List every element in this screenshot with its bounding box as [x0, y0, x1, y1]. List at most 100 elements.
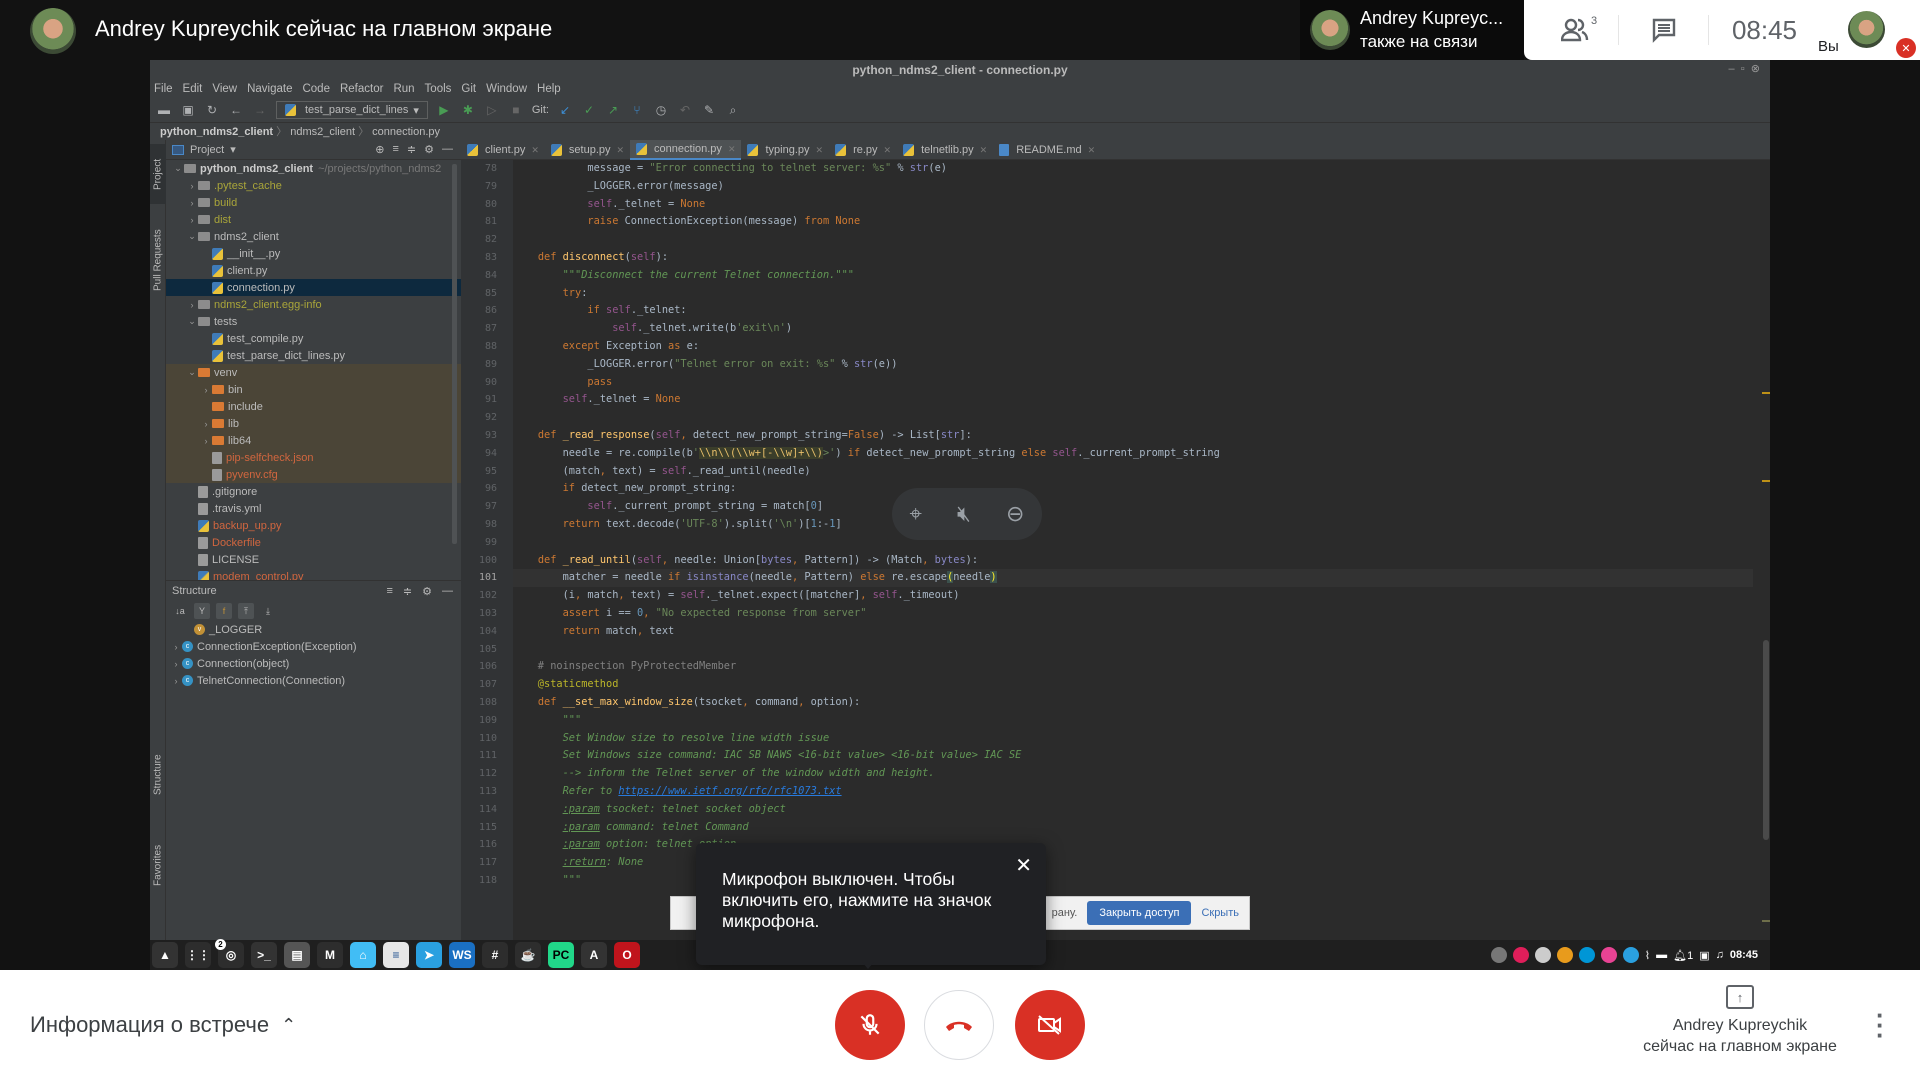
chrome-icon[interactable]: ◎ 2: [215, 939, 244, 968]
code-line[interactable]: _LOGGER.error(message): [513, 178, 1753, 196]
tree-item[interactable]: connection.py: [166, 279, 461, 296]
launcher-icon[interactable]: ▲: [152, 942, 178, 968]
meeting-info-button[interactable]: Информация о встрече ⌃: [30, 1012, 296, 1038]
code-line[interactable]: :param tsocket: telnet socket object: [513, 801, 1753, 819]
search-icon[interactable]: ⌕: [725, 102, 741, 118]
notifications-icon[interactable]: 🔔︎1: [1673, 949, 1693, 962]
pycharm-icon[interactable]: PC: [548, 942, 574, 968]
sort-alpha-icon[interactable]: ↓a: [172, 603, 188, 619]
editor-tab[interactable]: typing.py ✕: [741, 140, 829, 160]
git-branch-icon[interactable]: ⑂: [629, 102, 645, 118]
expand-all-icon[interactable]: ≡: [386, 585, 392, 598]
terminal-icon[interactable]: >_: [251, 942, 277, 968]
code-line[interactable]: self._telnet.write(b'exit\n'): [513, 320, 1753, 338]
hp-tray-icon[interactable]: [1578, 947, 1595, 963]
tree-item[interactable]: ⌄ ndms2_client: [166, 228, 461, 245]
editor-tab[interactable]: re.py ✕: [829, 140, 897, 160]
code-line[interactable]: matcher = needle if isinstance(needle, P…: [513, 569, 1753, 588]
close-tab-icon[interactable]: ✕: [816, 145, 824, 156]
telegram-icon[interactable]: ➤: [416, 942, 442, 968]
back-icon[interactable]: ←: [228, 102, 244, 118]
code-line[interactable]: (match, text) = self._read_until(needle): [513, 463, 1753, 481]
screen-icon[interactable]: ▣: [1699, 949, 1709, 962]
autoscroll-from-source-icon[interactable]: ⤓: [260, 603, 276, 619]
breadcrumb-file[interactable]: connection.py: [372, 126, 440, 138]
run-config-select[interactable]: test_parse_dict_lines ▾: [276, 101, 428, 119]
forward-icon[interactable]: →: [252, 102, 268, 118]
minimize-icon[interactable]: —: [442, 585, 453, 598]
stop-icon[interactable]: ■: [508, 102, 524, 118]
code-line[interactable]: """Disconnect the current Telnet connect…: [513, 267, 1753, 285]
tree-item[interactable]: LICENSE: [166, 551, 461, 568]
attachment-icon[interactable]: ⌇: [1645, 949, 1650, 962]
tree-item[interactable]: pip-selfcheck.json: [166, 449, 461, 466]
editor-tab[interactable]: client.py ✕: [461, 140, 545, 160]
show-inherited-icon[interactable]: Y: [194, 603, 210, 619]
code-line[interactable]: def _read_response(self, detect_new_prom…: [513, 427, 1753, 445]
warning-marker[interactable]: [1762, 392, 1770, 394]
code-line[interactable]: :param command: telnet Command: [513, 819, 1753, 837]
minimize-icon[interactable]: —: [442, 143, 453, 156]
close-tab-icon[interactable]: ✕: [884, 145, 892, 156]
menu-tools[interactable]: Tools: [425, 83, 452, 95]
code-line[interactable]: pass: [513, 374, 1753, 392]
git-update-icon[interactable]: ↙: [557, 102, 573, 118]
project-tool-tab[interactable]: Project: [150, 144, 166, 204]
network-app-icon[interactable]: ≡: [383, 942, 409, 968]
collapse-all-icon[interactable]: ≑: [407, 143, 416, 156]
warning-marker[interactable]: [1762, 480, 1770, 482]
tray-app-icon[interactable]: [1556, 947, 1573, 963]
tree-item[interactable]: › lib64: [166, 432, 461, 449]
code-line[interactable]: Set Window size to resolve line width is…: [513, 730, 1753, 748]
code-line[interactable]: assert i == 0, "No expected response fro…: [513, 605, 1753, 623]
chevron-right-icon[interactable]: ›: [186, 181, 198, 191]
close-tab-icon[interactable]: ✕: [980, 145, 988, 156]
tree-item[interactable]: .travis.yml: [166, 500, 461, 517]
close-icon[interactable]: ✕: [1015, 853, 1032, 878]
file-manager-icon[interactable]: ▤: [284, 942, 310, 968]
menu-refactor[interactable]: Refactor: [340, 83, 383, 95]
home-assistant-icon[interactable]: ⌂: [350, 942, 376, 968]
tree-item[interactable]: ⌄ python_ndms2_client ~/projects/python_nd…: [166, 160, 461, 177]
code-line[interactable]: needle = re.compile(b'\\n\\(\\w+[-\\w]+\…: [513, 445, 1753, 463]
editor-tab[interactable]: README.md ✕: [993, 140, 1101, 160]
menu-view[interactable]: View: [212, 83, 237, 95]
camera-toggle[interactable]: [1015, 990, 1085, 1060]
chevron-right-icon[interactable]: ›: [200, 436, 212, 446]
menu-git[interactable]: Git: [461, 83, 476, 95]
chevron-down-icon[interactable]: ⌄: [186, 231, 198, 242]
tree-item[interactable]: backup_up.py: [166, 517, 461, 534]
chevron-right-icon[interactable]: ›: [170, 676, 182, 686]
tree-item[interactable]: modem_control.py: [166, 568, 461, 580]
code-line[interactable]: return match, text: [513, 623, 1753, 641]
locate-icon[interactable]: ⊕: [375, 143, 384, 156]
gmail-icon[interactable]: M: [317, 942, 343, 968]
gear-icon[interactable]: ⚙: [422, 585, 432, 598]
breadcrumb-project[interactable]: python_ndms2_client: [160, 126, 273, 138]
code-line[interactable]: message = "Error connecting to telnet se…: [513, 160, 1753, 178]
code-line[interactable]: --> inform the Telnet server of the wind…: [513, 765, 1753, 783]
code-line[interactable]: def __set_max_window_size(tsocket, comma…: [513, 694, 1753, 712]
code-line[interactable]: [513, 409, 1753, 427]
steam-tray-icon[interactable]: [1534, 947, 1551, 963]
code-line[interactable]: self._telnet = None: [513, 196, 1753, 214]
code-line[interactable]: # noinspection PyProtectedMember: [513, 658, 1753, 676]
hide-share-bar-button[interactable]: Скрыть: [1201, 907, 1239, 919]
history-icon[interactable]: ◷: [653, 102, 669, 118]
remove-icon[interactable]: ⊖: [1006, 501, 1024, 527]
tree-item[interactable]: ⌄ tests: [166, 313, 461, 330]
tray-clock[interactable]: 08:45: [1730, 949, 1758, 961]
tree-item[interactable]: .gitignore: [166, 483, 461, 500]
stop-sharing-button[interactable]: Закрыть доступ: [1087, 901, 1192, 925]
editor-tab[interactable]: connection.py ✕: [630, 140, 742, 160]
rollback-icon[interactable]: ↶: [677, 102, 693, 118]
code-line[interactable]: try:: [513, 285, 1753, 303]
chevron-down-icon[interactable]: ⌄: [172, 163, 184, 174]
structure-tool-tab[interactable]: Structure: [150, 740, 166, 810]
tree-item[interactable]: ⌄ venv: [166, 364, 461, 381]
code-line[interactable]: except Exception as e:: [513, 338, 1753, 356]
unpin-icon[interactable]: ⌖: [910, 501, 922, 527]
code-line[interactable]: """: [513, 712, 1753, 730]
microphone-toggle[interactable]: [835, 990, 905, 1060]
chevron-down-icon[interactable]: ⌄: [186, 316, 198, 327]
